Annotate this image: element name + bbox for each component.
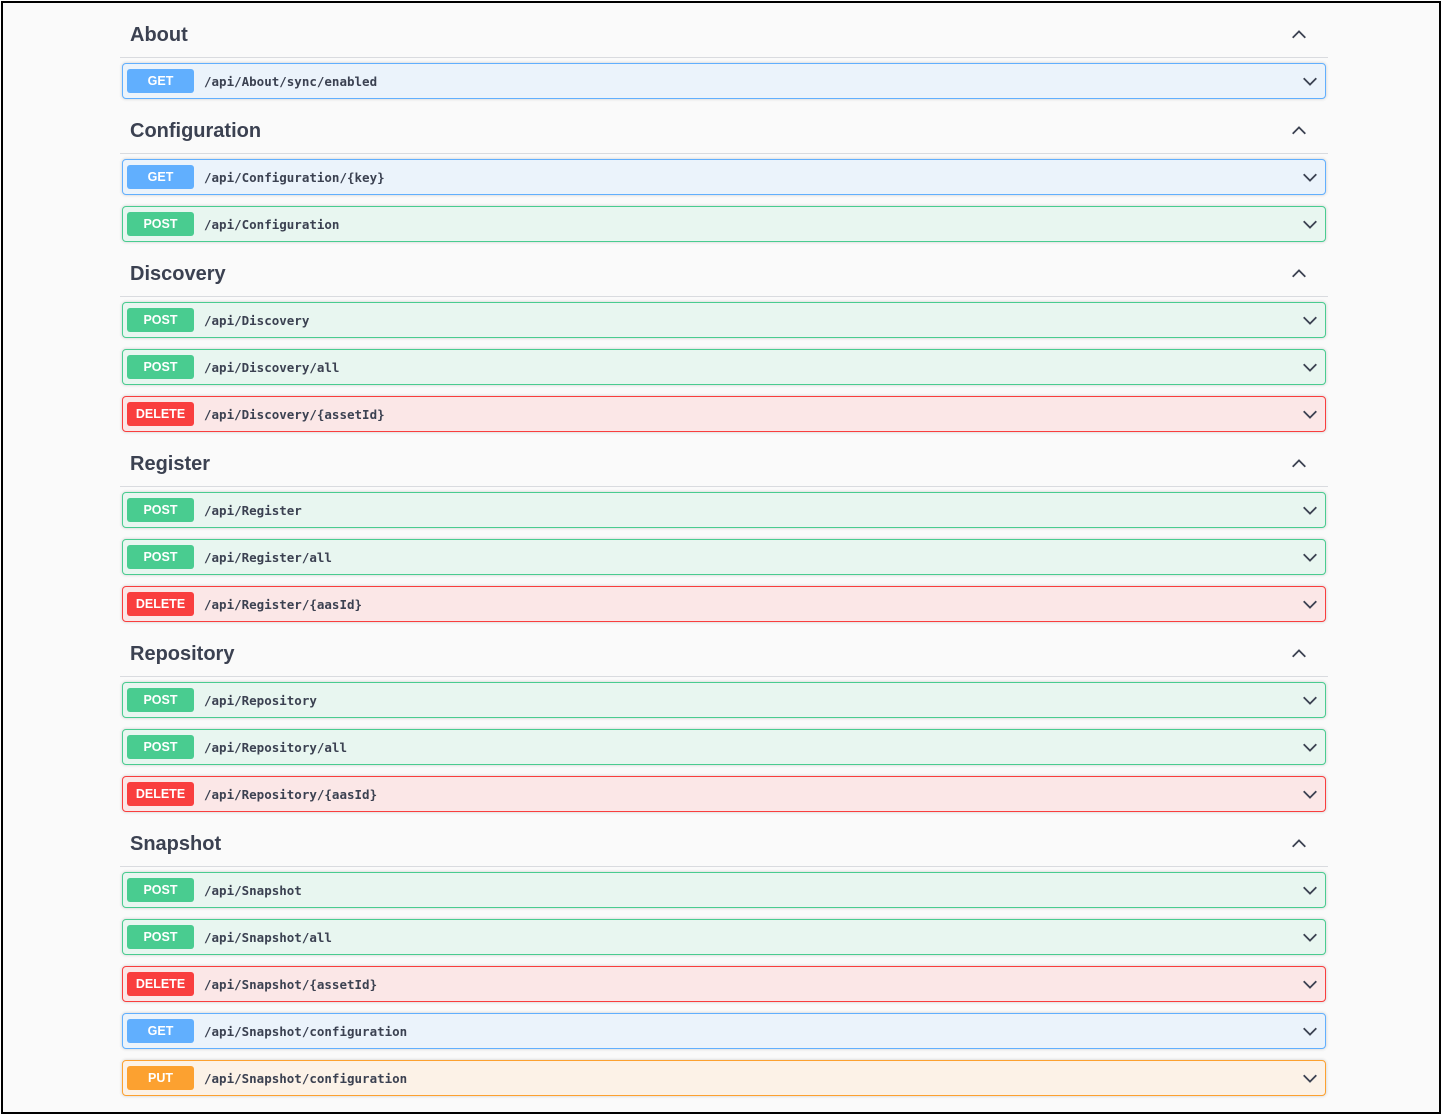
- section-title: Register: [130, 452, 211, 475]
- chevron-up-icon[interactable]: [1290, 265, 1308, 283]
- endpoint-path: /api/Discovery: [204, 312, 310, 328]
- method-badge: GET: [127, 1019, 194, 1043]
- operation-row[interactable]: POST/api/Discovery: [122, 302, 1326, 338]
- section-register: Register POST/api/Register POST/api/Regist…: [120, 432, 1328, 622]
- method-badge: POST: [127, 308, 194, 332]
- endpoint-path: /api/Snapshot/configuration: [204, 1070, 408, 1086]
- chevron-down-icon[interactable]: [1301, 358, 1319, 376]
- method-badge: POST: [127, 735, 194, 759]
- section-header[interactable]: Register: [120, 432, 1328, 487]
- operation-row[interactable]: PUT/api/Snapshot/configuration: [122, 1060, 1326, 1096]
- chevron-up-icon[interactable]: [1290, 645, 1308, 663]
- method-badge: PUT: [127, 1066, 194, 1090]
- method-badge: POST: [127, 688, 194, 712]
- chevron-down-icon[interactable]: [1301, 168, 1319, 186]
- endpoint-path: /api/Register/{aasId}: [204, 596, 363, 612]
- chevron-up-icon[interactable]: [1290, 26, 1308, 44]
- endpoint-path: /api/Register/all: [204, 549, 332, 565]
- endpoint-path: /api/Snapshot/all: [204, 929, 332, 945]
- section-title: Discovery: [130, 262, 226, 285]
- section-title: Configuration: [130, 119, 262, 142]
- operation-row[interactable]: POST/api/Snapshot: [122, 872, 1326, 908]
- api-sections: About GET/api/About/sync/enabled Configura…: [120, 3, 1328, 1096]
- section-header[interactable]: Repository: [120, 622, 1328, 677]
- chevron-up-icon[interactable]: [1290, 455, 1308, 473]
- operation-row[interactable]: POST/api/Configuration: [122, 206, 1326, 242]
- operation-row[interactable]: POST/api/Register: [122, 492, 1326, 528]
- endpoint-path: /api/Snapshot/configuration: [204, 1023, 408, 1039]
- operation-row[interactable]: DELETE/api/Register/{aasId}: [122, 586, 1326, 622]
- chevron-down-icon[interactable]: [1301, 311, 1319, 329]
- endpoint-path: /api/Snapshot: [204, 882, 302, 898]
- chevron-down-icon[interactable]: [1301, 595, 1319, 613]
- section-repository: Repository POST/api/Repository POST/api/Re…: [120, 622, 1328, 812]
- method-badge: DELETE: [127, 782, 194, 806]
- chevron-down-icon[interactable]: [1301, 405, 1319, 423]
- endpoint-path: /api/Configuration/{key}: [204, 169, 385, 185]
- chevron-down-icon[interactable]: [1301, 785, 1319, 803]
- chevron-up-icon[interactable]: [1290, 835, 1308, 853]
- chevron-down-icon[interactable]: [1301, 881, 1319, 899]
- operation-row[interactable]: DELETE/api/Snapshot/{assetId}: [122, 966, 1326, 1002]
- endpoint-path: /api/Discovery/all: [204, 359, 340, 375]
- operation-row[interactable]: GET/api/Snapshot/configuration: [122, 1013, 1326, 1049]
- swagger-frame: About GET/api/About/sync/enabled Configura…: [1, 1, 1441, 1114]
- method-badge: DELETE: [127, 972, 194, 996]
- chevron-down-icon[interactable]: [1301, 215, 1319, 233]
- endpoint-path: /api/Repository/{aasId}: [204, 786, 378, 802]
- section-title: About: [130, 23, 188, 46]
- endpoint-path: /api/Configuration: [204, 216, 340, 232]
- chevron-down-icon[interactable]: [1301, 738, 1319, 756]
- operation-row[interactable]: DELETE/api/Discovery/{assetId}: [122, 396, 1326, 432]
- section-header[interactable]: Snapshot: [120, 812, 1328, 867]
- method-badge: POST: [127, 878, 194, 902]
- method-badge: DELETE: [127, 402, 194, 426]
- operation-row[interactable]: POST/api/Snapshot/all: [122, 919, 1326, 955]
- chevron-down-icon[interactable]: [1301, 501, 1319, 519]
- chevron-down-icon[interactable]: [1301, 928, 1319, 946]
- method-badge: DELETE: [127, 592, 194, 616]
- operation-row[interactable]: GET/api/About/sync/enabled: [122, 63, 1326, 99]
- method-badge: POST: [127, 925, 194, 949]
- operation-row[interactable]: POST/api/Register/all: [122, 539, 1326, 575]
- endpoint-path: /api/About/sync/enabled: [204, 73, 378, 89]
- section-header[interactable]: Configuration: [120, 99, 1328, 154]
- operation-row[interactable]: POST/api/Discovery/all: [122, 349, 1326, 385]
- method-badge: POST: [127, 355, 194, 379]
- chevron-up-icon[interactable]: [1290, 122, 1308, 140]
- endpoint-path: /api/Repository/all: [204, 739, 347, 755]
- chevron-down-icon[interactable]: [1301, 548, 1319, 566]
- chevron-down-icon[interactable]: [1301, 1022, 1319, 1040]
- method-badge: POST: [127, 212, 194, 236]
- section-snapshot: Snapshot POST/api/Snapshot POST/api/Snapsh…: [120, 812, 1328, 1096]
- endpoint-path: /api/Repository: [204, 692, 317, 708]
- section-header[interactable]: About: [120, 3, 1328, 58]
- chevron-down-icon[interactable]: [1301, 1069, 1319, 1087]
- section-about: About GET/api/About/sync/enabled: [120, 3, 1328, 99]
- section-header[interactable]: Discovery: [120, 242, 1328, 297]
- endpoint-path: /api/Register: [204, 502, 302, 518]
- chevron-down-icon[interactable]: [1301, 72, 1319, 90]
- method-badge: POST: [127, 498, 194, 522]
- section-discovery: Discovery POST/api/Discovery POST/api/Disc…: [120, 242, 1328, 432]
- operation-row[interactable]: POST/api/Repository: [122, 682, 1326, 718]
- endpoint-path: /api/Discovery/{assetId}: [204, 406, 385, 422]
- section-configuration: Configuration GET/api/Configuration/{key}…: [120, 99, 1328, 242]
- method-badge: POST: [127, 545, 194, 569]
- endpoint-path: /api/Snapshot/{assetId}: [204, 976, 378, 992]
- operation-row[interactable]: GET/api/Configuration/{key}: [122, 159, 1326, 195]
- section-title: Snapshot: [130, 832, 222, 855]
- operation-row[interactable]: DELETE/api/Repository/{aasId}: [122, 776, 1326, 812]
- section-title: Repository: [130, 642, 235, 665]
- method-badge: GET: [127, 69, 194, 93]
- chevron-down-icon[interactable]: [1301, 691, 1319, 709]
- method-badge: GET: [127, 165, 194, 189]
- chevron-down-icon[interactable]: [1301, 975, 1319, 993]
- operation-row[interactable]: POST/api/Repository/all: [122, 729, 1326, 765]
